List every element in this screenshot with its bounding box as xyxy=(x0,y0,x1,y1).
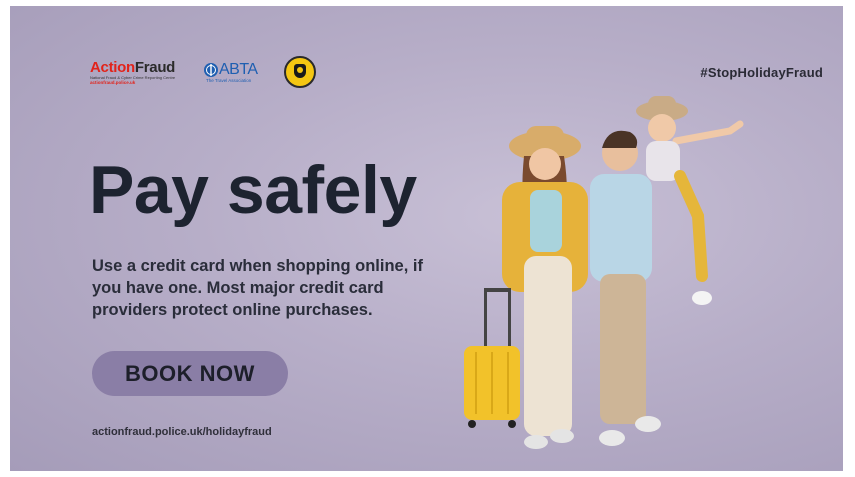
holiday-fraud-banner: ActionFraud National Fraud & Cyber Crime… xyxy=(10,6,843,471)
abta-logo: ABTA The Travel Association xyxy=(204,60,264,83)
globe-icon xyxy=(204,62,218,77)
abta-subtitle: The Travel Association xyxy=(206,77,252,83)
body-text: Use a credit card when shopping online, … xyxy=(92,257,423,319)
child-shoe xyxy=(692,291,712,305)
actionfraud-logo: ActionFraud National Fraud & Cyber Crime… xyxy=(90,60,182,85)
actionfraud-name-part2: Fraud xyxy=(134,58,176,76)
man-shoe-left xyxy=(599,430,625,446)
actionfraud-subtitle: National Fraud & Cyber Crime Reporting C… xyxy=(90,74,176,80)
hashtag: #StopHolidayFraud xyxy=(700,65,823,80)
woman-shoe-left xyxy=(524,435,548,449)
man-shirt xyxy=(590,174,652,282)
woman-trousers xyxy=(524,256,572,436)
child-leg xyxy=(674,170,708,282)
man-trousers xyxy=(600,274,646,424)
child-hat-crown xyxy=(648,96,676,112)
family-travel-photo xyxy=(464,96,744,449)
child-head xyxy=(648,114,676,142)
actionfraud-url: actionfraud.police.uk xyxy=(90,79,136,85)
woman-top xyxy=(530,190,562,252)
child-arm xyxy=(672,120,744,145)
seal-icon xyxy=(284,56,316,88)
suitcase-handle-top xyxy=(484,288,511,292)
woman-shoe-right xyxy=(550,429,574,443)
woman-head xyxy=(529,148,561,180)
woman-hat-crown xyxy=(526,126,564,148)
actionfraud-name-part1: Action xyxy=(90,58,135,76)
suitcase-handle-left xyxy=(484,290,487,350)
suitcase-wheel-left xyxy=(468,420,476,428)
suitcase-wheel-right xyxy=(508,420,516,428)
man-shoe-right xyxy=(635,416,661,432)
headline: Pay safely xyxy=(89,152,417,228)
man-hair xyxy=(602,130,638,148)
partner-logos: ActionFraud National Fraud & Cyber Crime… xyxy=(90,56,316,88)
footer-url[interactable]: actionfraud.police.uk/holidayfraud xyxy=(92,426,272,438)
book-now-button[interactable]: BOOK NOW xyxy=(92,351,288,396)
abta-name: ABTA xyxy=(219,60,258,78)
suitcase-handle-right xyxy=(508,290,511,350)
